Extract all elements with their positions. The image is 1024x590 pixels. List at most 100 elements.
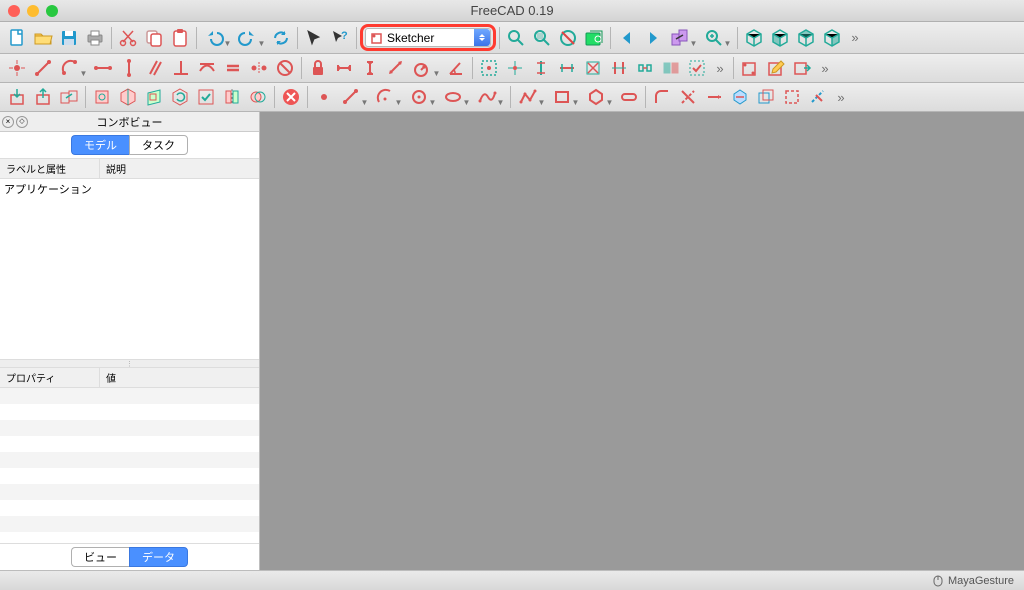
sketch-equal-button[interactable] — [221, 56, 245, 80]
select-vaxis-button[interactable] — [529, 56, 553, 80]
sketch-block-button[interactable] — [273, 56, 297, 80]
map-sketch-button[interactable] — [142, 85, 166, 109]
new-sketch-button[interactable] — [738, 56, 762, 80]
carbon-copy-button[interactable] — [754, 85, 778, 109]
create-rect-button[interactable]: ▼ — [549, 85, 581, 109]
toolbar-overflow-1[interactable]: » — [845, 30, 865, 45]
constraint-dist-button[interactable] — [384, 56, 408, 80]
create-line-button[interactable]: ▼ — [338, 85, 370, 109]
splitter[interactable]: ⋮ — [0, 359, 259, 368]
mirror-button[interactable] — [220, 85, 244, 109]
tab-model[interactable]: モデル — [71, 135, 129, 155]
tab-data[interactable]: データ — [129, 547, 188, 567]
zoom-fit-button[interactable] — [504, 26, 528, 50]
toolbar-overflow-2[interactable]: » — [710, 61, 730, 76]
view-right-button[interactable] — [820, 26, 844, 50]
prop-col-name: プロパティ — [0, 368, 100, 387]
sketch-hline-button[interactable] — [91, 56, 115, 80]
zoom-selection-button[interactable] — [530, 26, 554, 50]
nav-style-label[interactable]: MayaGesture — [948, 575, 1014, 587]
draw-style-button[interactable] — [556, 26, 580, 50]
select-elements-button[interactable] — [633, 56, 657, 80]
toggle-construction-button[interactable] — [806, 85, 830, 109]
paste-button[interactable] — [168, 26, 192, 50]
sketch-parallel-button[interactable] — [143, 56, 167, 80]
view-iso-button[interactable] — [742, 26, 766, 50]
create-circle-button[interactable]: ▼ — [406, 85, 438, 109]
merge-sketch-button[interactable] — [57, 85, 81, 109]
cut-button[interactable] — [116, 26, 140, 50]
create-arc2-button[interactable]: ▼ — [372, 85, 404, 109]
cursor-button[interactable] — [302, 26, 326, 50]
select-origin-button[interactable] — [503, 56, 527, 80]
create-point-button[interactable] — [312, 85, 336, 109]
constraint-hdist-button[interactable] — [332, 56, 356, 80]
sketch-symmetric-button[interactable] — [247, 56, 271, 80]
undo-button[interactable]: ▼ — [201, 26, 233, 50]
close-panel-icon[interactable]: × — [2, 116, 14, 128]
fillet-button[interactable] — [650, 85, 674, 109]
select-constraints-button[interactable] — [477, 56, 501, 80]
toolbar-overflow-2b[interactable]: » — [815, 61, 835, 76]
undock-panel-icon[interactable]: ◇ — [16, 116, 28, 128]
select-redundant-button[interactable] — [581, 56, 605, 80]
create-polyline-button[interactable]: ▼ — [515, 85, 547, 109]
redo-button[interactable]: ▼ — [235, 26, 267, 50]
export-button[interactable] — [31, 85, 55, 109]
viewport-3d[interactable] — [260, 112, 1024, 570]
view-front-button[interactable] — [768, 26, 792, 50]
constraint-lock-button[interactable] — [306, 56, 330, 80]
nav-forward-button[interactable] — [641, 26, 665, 50]
view-section-button[interactable] — [116, 85, 140, 109]
constraint-vdist-button[interactable] — [358, 56, 382, 80]
merge-button[interactable] — [246, 85, 270, 109]
whats-this-button[interactable]: ? — [328, 26, 352, 50]
validate-button[interactable] — [194, 85, 218, 109]
bounding-box-button[interactable] — [582, 26, 606, 50]
create-poly-button[interactable]: ▼ — [583, 85, 615, 109]
select-conflicting-button[interactable] — [607, 56, 631, 80]
stop-button[interactable] — [279, 85, 303, 109]
external-geom-button[interactable] — [728, 85, 752, 109]
sketch-line-button[interactable] — [31, 56, 55, 80]
open-document-button[interactable] — [31, 26, 55, 50]
leave-sketch-button[interactable] — [790, 56, 814, 80]
refresh-button[interactable] — [269, 26, 293, 50]
construction-button[interactable] — [780, 85, 804, 109]
copy-button[interactable] — [142, 26, 166, 50]
sketch-vline-button[interactable] — [117, 56, 141, 80]
import-button[interactable] — [5, 85, 29, 109]
save-document-button[interactable] — [57, 26, 81, 50]
tree-body[interactable]: アプリケーション — [0, 179, 259, 359]
tab-task[interactable]: タスク — [129, 135, 188, 155]
nav-back-button[interactable] — [615, 26, 639, 50]
tree-root-item[interactable]: アプリケーション — [4, 181, 255, 197]
edit-sketch-button[interactable] — [764, 56, 788, 80]
constraint-angle-button[interactable] — [444, 56, 468, 80]
property-header: プロパティ 値 — [0, 368, 259, 388]
select-all-button[interactable] — [685, 56, 709, 80]
trim-button[interactable] — [676, 85, 700, 109]
extend-button[interactable] — [702, 85, 726, 109]
zoom-dropdown-button[interactable]: ▼ — [701, 26, 733, 50]
sketch-arc-button[interactable]: ▼ — [57, 56, 89, 80]
constraint-radius-button[interactable]: ▼ — [410, 56, 442, 80]
select-haxis-button[interactable] — [555, 56, 579, 80]
reorient-button[interactable] — [168, 85, 192, 109]
tab-view[interactable]: ビュー — [71, 547, 129, 567]
new-document-button[interactable] — [5, 26, 29, 50]
view-sketch-button[interactable] — [90, 85, 114, 109]
link-docs-button[interactable]: ▼ — [667, 26, 699, 50]
create-slot-button[interactable] — [617, 85, 641, 109]
sketch-tangent-button[interactable] — [195, 56, 219, 80]
print-button[interactable] — [83, 26, 107, 50]
view-top-button[interactable] — [794, 26, 818, 50]
mouse-icon — [932, 575, 944, 587]
create-conic-button[interactable]: ▼ — [440, 85, 472, 109]
sketch-point-button[interactable] — [5, 56, 29, 80]
sketch-perp-button[interactable] — [169, 56, 193, 80]
show-all-button[interactable] — [659, 56, 683, 80]
workbench-selector[interactable]: Sketcher — [365, 28, 491, 47]
create-bspline-button[interactable]: ▼ — [474, 85, 506, 109]
toolbar-overflow-3[interactable]: » — [831, 90, 851, 105]
